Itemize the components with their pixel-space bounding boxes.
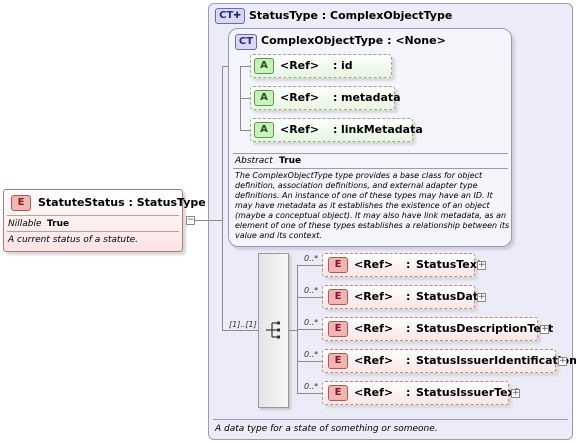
separator: : [406,258,411,271]
child-element-name: StatusIssuerText [416,386,521,399]
expand-button[interactable]: + [558,357,567,366]
attribute-metadata[interactable]: A <Ref> : metadata [250,86,401,110]
root-element-description: A current status of a statute. [8,235,139,245]
root-element-name: StatuteStatus : StatusType [38,196,206,209]
ref-label: <Ref> [354,354,394,367]
divider [233,168,508,169]
child-connector [297,297,322,298]
base-type-badge: CT [235,34,257,50]
child-occurrence: 0..* [304,254,319,263]
child-connector [289,330,297,331]
element-badge: E [328,385,348,401]
child-element-statustext[interactable]: E <Ref> : StatusText [322,253,482,277]
separator: : [333,123,338,136]
nillable-value: True [47,219,70,229]
ref-label: <Ref> [354,322,394,335]
child-occurrence: 0..* [304,350,319,359]
connector-line [222,66,223,331]
base-type-title: ComplexObjectType : <None> [261,34,446,47]
expand-button[interactable]: + [511,389,520,398]
ref-label: <Ref> [354,258,394,271]
separator: : [406,354,411,367]
child-connector [297,329,322,330]
root-element-name-text: StatuteStatus [38,196,125,209]
sequence-icon [266,321,280,339]
child-element-name: StatusText [416,258,483,271]
base-type-base: <None> [395,34,446,47]
extension-icon: ✚ [233,11,241,21]
complex-type-base: ComplexObjectType [330,9,453,22]
complex-type-description: A data type for a state of something or … [215,424,438,434]
root-element-type: StatusType [136,196,206,209]
complex-type-badge: CT✚ [215,8,245,24]
expand-button[interactable]: + [477,293,486,302]
connector-line [222,66,228,67]
expand-button[interactable]: + [540,325,549,334]
child-connector [297,265,322,266]
attribute-badge: A [254,122,274,138]
child-element-statusdescriptiontext[interactable]: E <Ref> : StatusDescriptionText [322,317,553,341]
ref-label: <Ref> [280,59,320,72]
separator: : [406,322,411,335]
ref-label: <Ref> [354,290,394,303]
divider [7,231,179,232]
divider [233,153,508,154]
attribute-linkmetadata[interactable]: A <Ref> : linkMetadata [250,118,423,142]
separator: : [406,386,411,399]
sequence-compositor[interactable] [258,253,289,408]
separator: : [128,196,133,209]
attribute-name: id [341,59,353,72]
separator: : [387,34,392,47]
child-element-statusissuertext[interactable]: E <Ref> : StatusIssuerText [322,381,520,405]
attribute-name: metadata [341,91,401,104]
collapse-button[interactable]: − [186,216,195,225]
complex-type-name: StatusType [249,9,318,22]
separator: : [406,290,411,303]
ref-label: <Ref> [280,123,320,136]
ref-label: <Ref> [354,386,394,399]
attribute-badge: A [254,58,274,74]
divider [213,419,568,420]
child-element-name: StatusDescriptionText [416,322,554,335]
child-element-name: StatusDate [416,290,486,303]
attribute-id[interactable]: A <Ref> : id [250,54,392,78]
connector-line [222,330,258,331]
child-element-name: StatusIssuerIdentification [416,354,576,367]
abstract-label: Abstract [235,156,273,166]
connector-line [208,220,222,221]
child-occurrence: 0..* [304,286,319,295]
root-element-box[interactable]: E StatuteStatus : StatusType Nillable Tr… [3,189,206,252]
separator: : [321,9,327,22]
connector-line [195,220,208,221]
attribute-connector [240,130,250,131]
ref-label: <Ref> [280,91,320,104]
base-type-name: ComplexObjectType [261,34,384,47]
abstract-value: True [279,156,302,166]
child-occurrence: 0..* [304,382,319,391]
child-connector [297,361,322,362]
complex-type-title: StatusType : ComplexObjectType [249,9,452,22]
child-element-statusissueridentification[interactable]: E <Ref> : StatusIssuerIdentification [322,349,576,373]
element-badge: E [328,257,348,273]
base-type-description: The ComplexObjectType type provides a ba… [235,171,510,240]
element-badge: E [328,321,348,337]
nillable-label: Nillable [8,219,42,229]
child-occurrence: 0..* [304,318,319,327]
attribute-connector [240,98,250,99]
separator: : [333,59,338,72]
expand-button[interactable]: + [477,261,486,270]
separator: : [333,91,338,104]
element-badge: E [328,353,348,369]
child-element-statusdate[interactable]: E <Ref> : StatusDate [322,285,486,309]
attribute-connector [240,66,250,67]
child-connector [297,393,322,394]
attribute-badge: A [254,90,274,106]
complex-type-badge-text: CT [219,10,234,21]
attribute-name: linkMetadata [341,123,423,136]
element-badge: E [11,195,31,211]
sequence-occurrence: [1]..[1] [229,320,257,329]
element-badge: E [328,289,348,305]
divider [7,215,179,216]
